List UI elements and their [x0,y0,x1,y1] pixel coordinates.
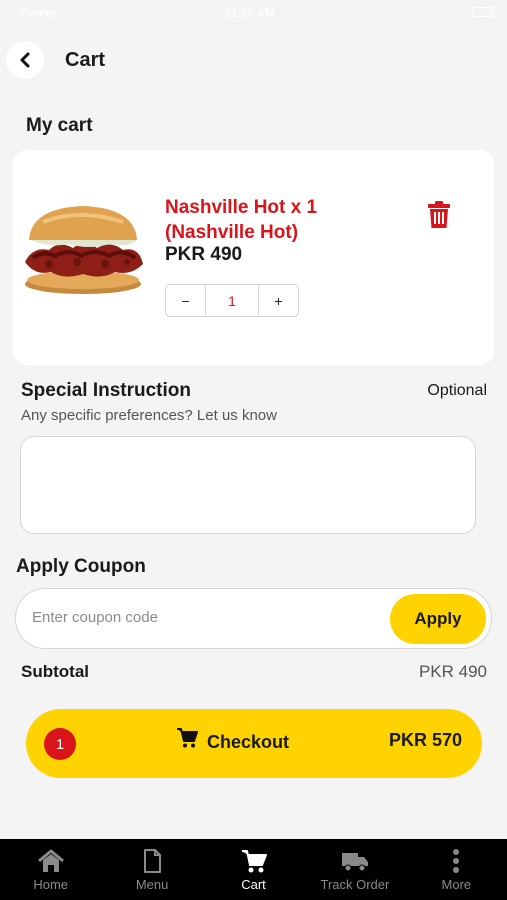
checkout-label: Checkout [207,732,290,752]
subtotal-value: PKR 490 [418,662,487,681]
nav-menu[interactable]: Menu [101,839,202,900]
nav-menu-label: Menu [135,877,169,892]
back-button[interactable] [6,41,44,79]
cart-icon [241,850,267,873]
nav-cart[interactable]: Cart [203,839,304,900]
subtotal-label: Subtotal [21,662,89,681]
optional-label: Optional [427,382,487,399]
coupon-input[interactable] [32,609,372,626]
header: Cart [6,40,105,80]
quantity-stepper: − 1 + [165,284,299,317]
nav-cart-label: Cart [241,877,266,892]
nav-home-label: Home [33,877,69,892]
item-price: PKR 490 [165,244,243,265]
quantity-value: 1 [228,292,236,309]
home-icon [37,849,64,872]
document-icon [144,849,162,873]
nav-track-order[interactable]: Track Order [304,839,405,900]
increase-quantity-button[interactable]: + [258,285,298,316]
checkout-button[interactable]: 1 Checkout PKR 570 [26,709,482,778]
apply-coupon-heading: Apply Coupon [16,556,146,577]
nav-track-order-label: Track Order [320,877,390,892]
truck-icon [341,853,368,872]
battery-icon [473,7,493,17]
special-instruction-textarea[interactable] [20,436,476,534]
burger-image [25,206,143,294]
page-title: Cart [65,48,106,71]
checkout-amount: PKR 570 [388,730,462,750]
cart-item-card: Nashville Hot x 1 (Nashville Hot) PKR 49… [13,150,494,365]
coupon-field: Apply [15,588,492,649]
status-bar: Carrier 11:18 AM [0,0,507,26]
bottom-nav: Home Menu Cart Track Order More [0,839,507,900]
special-instruction-heading: Special Instruction [21,380,191,401]
chevron-left-icon [20,52,30,68]
my-cart-heading: My cart [26,115,93,136]
more-vertical-icon [453,849,460,873]
special-instruction-subtitle: Any specific preferences? Let us know [21,407,277,424]
nav-more[interactable]: More [406,839,507,900]
nav-home[interactable]: Home [0,839,101,900]
clock: 11:18 AM [225,6,275,20]
cart-icon [177,728,198,748]
nav-more-label: More [441,877,472,892]
trash-icon [428,201,450,228]
decrease-quantity-button[interactable]: − [166,285,206,316]
carrier-label: Carrier [20,6,57,20]
cart-count-badge: 1 [44,728,76,760]
delete-item-button[interactable] [427,201,451,229]
apply-coupon-button[interactable]: Apply [390,594,486,644]
item-name: Nashville Hot x 1 (Nashville Hot) [165,197,318,243]
